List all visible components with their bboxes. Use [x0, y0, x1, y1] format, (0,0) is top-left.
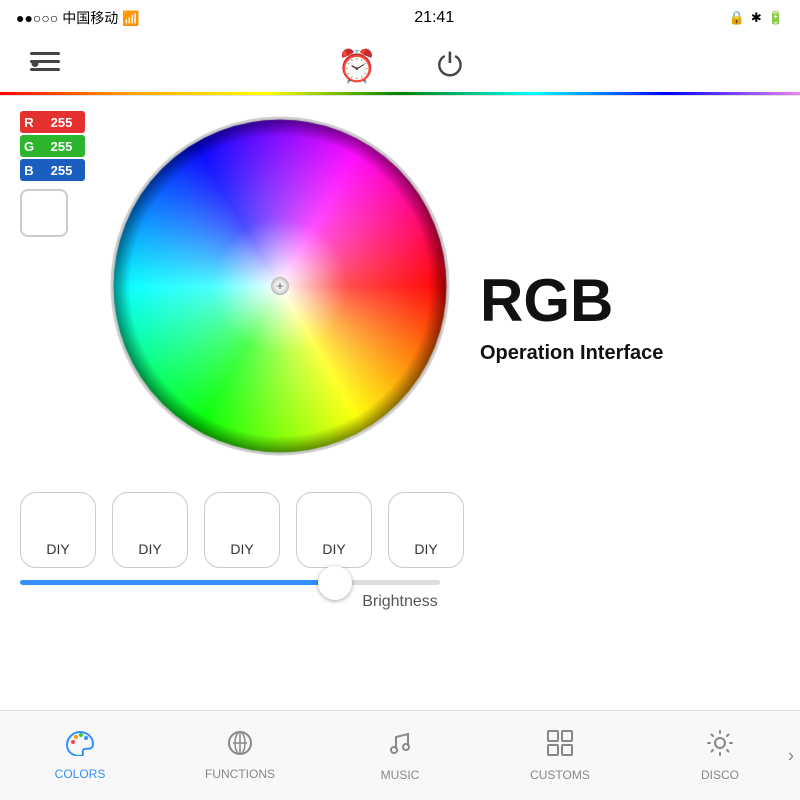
- status-right: 🔒 ✱ 🔋: [729, 10, 784, 26]
- diy-button-4[interactable]: DIY: [296, 492, 372, 568]
- colors-label: COLORS: [55, 767, 106, 781]
- bluetooth-icon: ✱: [751, 10, 762, 26]
- customs-icon: [546, 729, 574, 764]
- b-value: 255: [38, 159, 85, 181]
- nav-center: ⏰ ⏻: [337, 47, 462, 85]
- tab-functions[interactable]: FUNCTIONS: [160, 711, 320, 800]
- wifi-icon: 📶: [122, 10, 139, 27]
- diy-row: DIY DIY DIY DIY DIY: [0, 476, 800, 576]
- brightness-track[interactable]: [20, 580, 440, 585]
- status-bar: ●●○○○ 中国移动 📶 21:41 🔒 ✱ 🔋: [0, 0, 800, 36]
- menu-button[interactable]: [30, 50, 60, 81]
- r-row: R 255: [20, 111, 85, 133]
- tab-arrow[interactable]: ›: [788, 745, 800, 766]
- battery-icon: 🔋: [768, 10, 784, 26]
- brightness-label: Brightness: [20, 593, 780, 611]
- customs-label: CUSTOMS: [530, 768, 590, 782]
- rgb-subtitle: Operation Interface: [480, 342, 663, 365]
- brightness-section: Brightness: [0, 576, 800, 621]
- right-text: RGB Operation Interface: [460, 106, 663, 466]
- functions-label: FUNCTIONS: [205, 767, 275, 781]
- b-label: B: [20, 159, 38, 181]
- carrier-label: 中国移动: [62, 8, 118, 28]
- disco-label: DISCO: [701, 768, 739, 782]
- rainbow-line: [0, 92, 800, 95]
- colors-icon: [65, 730, 95, 763]
- r-value: 255: [38, 111, 85, 133]
- left-panel: R 255 G 255 B 255: [20, 111, 100, 466]
- b-row: B 255: [20, 159, 85, 181]
- rgb-title: RGB: [480, 268, 613, 334]
- status-time: 21:41: [414, 9, 454, 27]
- diy-button-3[interactable]: DIY: [204, 492, 280, 568]
- color-preview: [20, 189, 68, 237]
- status-left: ●●○○○ 中国移动 📶: [16, 8, 140, 28]
- music-icon: [386, 729, 414, 764]
- tab-music[interactable]: MUSIC: [320, 711, 480, 800]
- functions-icon: [225, 730, 255, 763]
- nav-bar: ⏰ ⏻: [0, 36, 800, 96]
- diy-button-1[interactable]: DIY: [20, 492, 96, 568]
- lock-icon: 🔒: [729, 10, 745, 26]
- alarm-button[interactable]: ⏰: [337, 47, 377, 85]
- tab-customs[interactable]: CUSTOMS: [480, 711, 640, 800]
- tab-colors[interactable]: COLORS: [0, 711, 160, 800]
- g-row: G 255: [20, 135, 85, 157]
- disco-icon: [706, 729, 734, 764]
- signal-dots: ●●○○○: [16, 10, 58, 26]
- music-label: MUSIC: [381, 768, 420, 782]
- r-label: R: [20, 111, 38, 133]
- color-wheel-container[interactable]: +: [110, 116, 450, 456]
- tab-bar: COLORS FUNCTIONS MUSIC: [0, 710, 800, 800]
- brightness-thumb[interactable]: [318, 566, 352, 600]
- diy-button-5[interactable]: DIY: [388, 492, 464, 568]
- diy-button-2[interactable]: DIY: [112, 492, 188, 568]
- g-value: 255: [38, 135, 85, 157]
- main-content: R 255 G 255 B 255 + RGB Operation Interf…: [0, 96, 800, 476]
- tab-disco[interactable]: DISCO: [640, 711, 800, 800]
- wheel-center-dot: +: [271, 277, 289, 295]
- power-button[interactable]: ⏻: [437, 47, 462, 85]
- g-label: G: [20, 135, 38, 157]
